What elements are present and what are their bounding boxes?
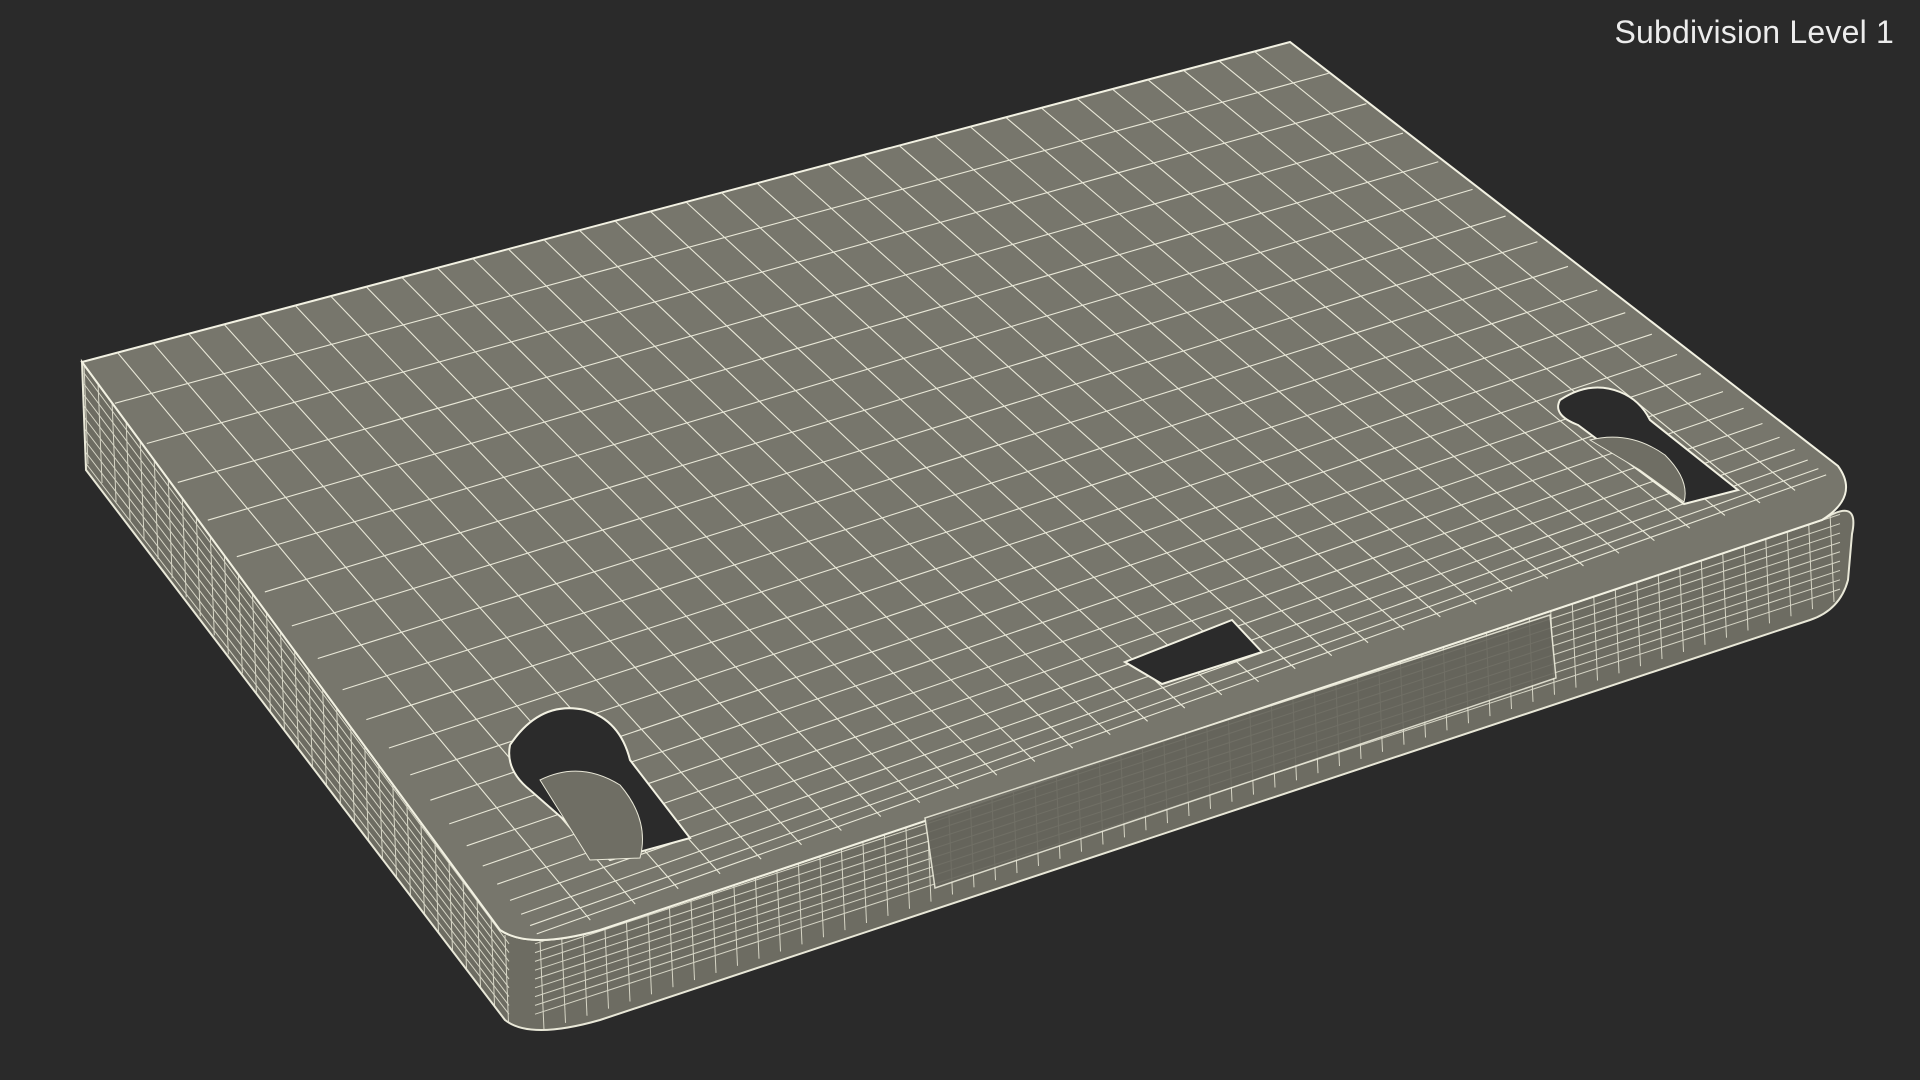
3d-viewport[interactable]: Subdivision Level 1 — [0, 0, 1920, 1080]
wireframe-model — [80, 40, 1855, 1031]
subdivision-level-label: Subdivision Level 1 — [1614, 14, 1894, 50]
